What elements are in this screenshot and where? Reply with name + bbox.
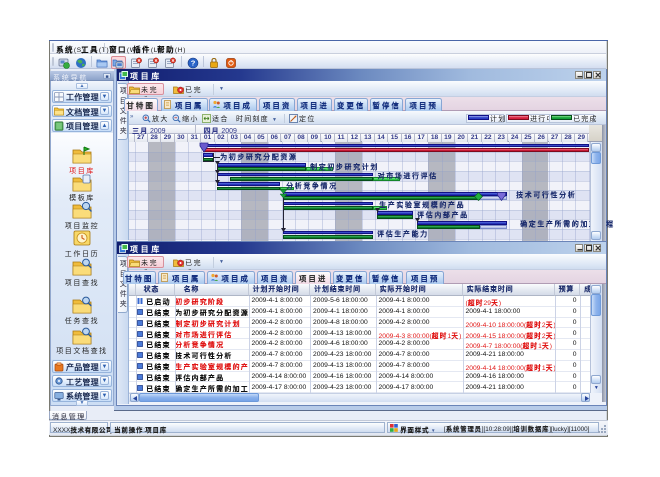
svg-text:?: ? [190,58,195,67]
